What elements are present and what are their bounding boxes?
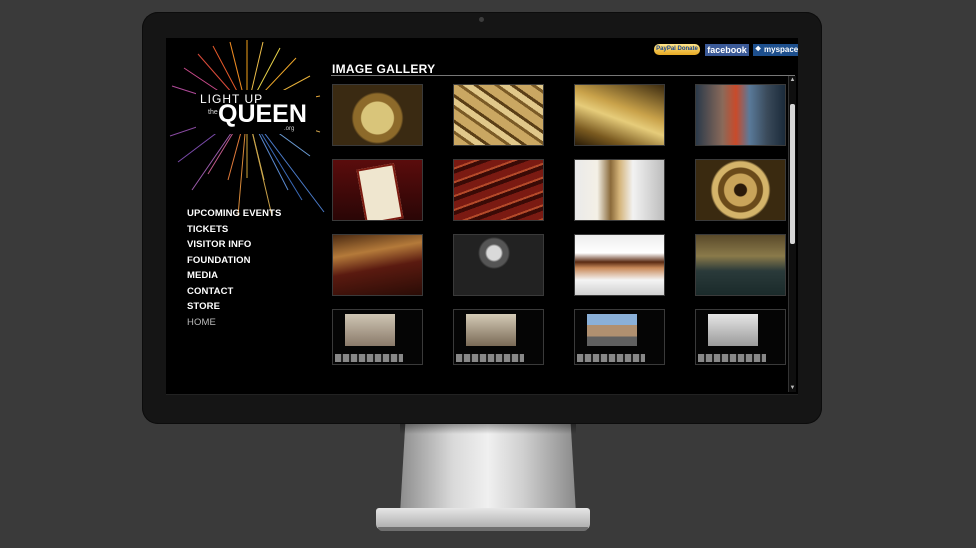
scroll-down-arrow-icon[interactable]: ▼ — [789, 385, 796, 391]
screen: LIGHT UP the QUEEN .org UPCOMING EVENTS … — [166, 38, 798, 394]
myspace-button[interactable]: ❖ myspace — [753, 44, 798, 56]
monitor-stand-shadow — [400, 424, 576, 434]
gallery-thumb-gold-plaque[interactable] — [574, 84, 665, 146]
gallery-thumb-brass-lamp[interactable] — [332, 84, 423, 146]
gallery-thumb-street-photo-page[interactable] — [453, 309, 544, 365]
site-logo[interactable]: LIGHT UP the QUEEN .org — [168, 40, 326, 217]
gallery-thumb-theater-seats[interactable] — [453, 159, 544, 221]
gallery-thumb-building-photo-page[interactable] — [332, 309, 423, 365]
logo-line-the: the — [208, 109, 218, 116]
gallery-thumb-film-reel[interactable] — [695, 159, 786, 221]
monitor-bezel-line — [166, 394, 798, 395]
nav-visitor-info[interactable]: VISITOR INFO — [187, 237, 281, 253]
gallery-thumb-projector[interactable] — [453, 234, 544, 296]
monitor: LIGHT UP the QUEEN .org UPCOMING EVENTS … — [142, 12, 822, 424]
gallery-thumb-winter-street-page[interactable] — [695, 309, 786, 365]
gallery-divider — [331, 75, 795, 76]
monitor-stand-neck — [400, 424, 576, 514]
monitor-stand-base-edge — [378, 527, 588, 531]
gallery-thumb-stage[interactable] — [695, 234, 786, 296]
nav-store[interactable]: STORE — [187, 299, 281, 315]
gallery-thumb-film-strip[interactable] — [574, 234, 665, 296]
scroll-up-arrow-icon[interactable]: ▲ — [789, 77, 796, 83]
gallery-title: IMAGE GALLERY — [332, 62, 436, 76]
gallery-thumb-balcony-view[interactable] — [332, 234, 423, 296]
logo-line-org: .org — [284, 126, 295, 132]
gallery-thumb-ruined-lobby[interactable] — [695, 84, 786, 146]
myspace-icon: ❖ — [755, 46, 762, 53]
facebook-button[interactable]: facebook — [705, 44, 749, 56]
paypal-donate-button[interactable]: PayPal Donate — [654, 44, 700, 55]
camera-dot — [479, 17, 484, 22]
nav-foundation[interactable]: FOUNDATION — [187, 253, 281, 269]
gallery-thumb-film-strip-closeup[interactable] — [574, 159, 665, 221]
nav-media[interactable]: MEDIA — [187, 268, 281, 284]
scroll-thumb[interactable] — [790, 104, 795, 244]
nav-tickets[interactable]: TICKETS — [187, 222, 281, 238]
myspace-label: myspace — [764, 45, 798, 54]
nav-upcoming-events[interactable]: UPCOMING EVENTS — [187, 206, 281, 222]
gallery-thumb-motion-picture-sign[interactable] — [332, 159, 423, 221]
gallery-scrollbar[interactable]: ▲ ▼ — [788, 76, 796, 392]
gallery-thumb-city-street-page[interactable] — [574, 309, 665, 365]
logo-line-queen: QUEEN — [218, 100, 307, 128]
gallery-thumb-paper-tickets[interactable] — [453, 84, 544, 146]
main-nav: UPCOMING EVENTS TICKETS VISITOR INFO FOU… — [187, 206, 281, 330]
nav-home[interactable]: HOME — [187, 315, 281, 331]
nav-contact[interactable]: CONTACT — [187, 284, 281, 300]
